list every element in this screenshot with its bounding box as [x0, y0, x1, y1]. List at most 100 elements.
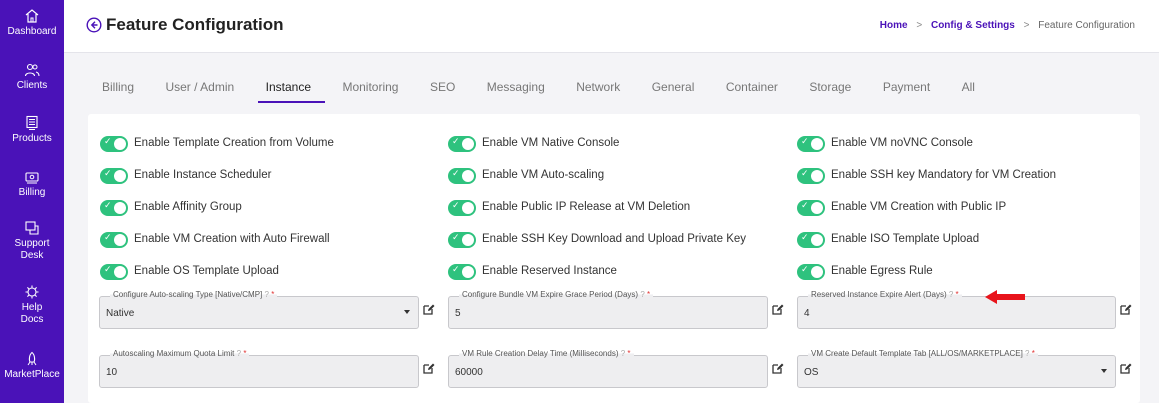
- chevron-down-icon: [1101, 369, 1107, 373]
- feature-toggle[interactable]: ✓: [797, 200, 825, 216]
- help-icon: ?: [264, 290, 269, 299]
- feature-toggle[interactable]: ✓: [448, 136, 476, 152]
- field-value: 5: [455, 308, 461, 319]
- help-icon: ?: [236, 349, 242, 358]
- toggle-label: Enable Public IP Release at VM Deletion: [482, 201, 691, 213]
- tab-user-admin[interactable]: User / Admin: [165, 80, 234, 103]
- feature-toggle[interactable]: ✓: [797, 232, 825, 248]
- toggle-label: Enable Affinity Group: [134, 201, 242, 213]
- feature-toggle[interactable]: ✓: [448, 168, 476, 184]
- sidebar-item-dashboard[interactable]: Dashboard: [0, 8, 64, 38]
- toggle-label: Enable Reserved Instance: [482, 265, 617, 277]
- field-value: 4: [804, 308, 810, 319]
- tab-storage[interactable]: Storage: [809, 80, 851, 103]
- breadcrumb-separator: >: [1023, 20, 1030, 31]
- edit-icon[interactable]: [772, 362, 784, 374]
- field-label: Configure Bundle VM Expire Grace Period …: [459, 290, 654, 299]
- edit-icon[interactable]: [772, 303, 784, 315]
- tab-messaging[interactable]: Messaging: [487, 80, 545, 103]
- edit-icon[interactable]: [423, 362, 435, 374]
- feature-toggle[interactable]: ✓: [797, 136, 825, 152]
- field-label: VM Create Default Template Tab [ALL/OS/M…: [808, 349, 1038, 358]
- sidebar-item-label: Products: [12, 133, 52, 144]
- sidebar-item-label: Billing: [18, 187, 46, 198]
- sidebar-item-label-line2: Desk: [20, 250, 44, 261]
- field-label: Reserved Instance Expire Alert (Days) ? …: [808, 290, 962, 299]
- users-icon: [24, 63, 40, 77]
- marketplace-icon: [27, 351, 37, 366]
- autoscaling-type-select[interactable]: Configure Auto-scaling Type [Native/CMP]…: [99, 290, 419, 329]
- feature-toggle[interactable]: ✓: [100, 136, 128, 152]
- default-template-tab-select[interactable]: VM Create Default Template Tab [ALL/OS/M…: [797, 349, 1116, 388]
- sidebar-item-help-docs[interactable]: Help Docs: [0, 284, 64, 326]
- edit-icon[interactable]: [1120, 303, 1132, 315]
- rule-delay-input[interactable]: VM Rule Creation Delay Time (Millisecond…: [448, 349, 768, 388]
- tab-general[interactable]: General: [652, 80, 695, 103]
- edit-icon[interactable]: [423, 303, 435, 315]
- home-icon: [25, 9, 39, 23]
- feature-toggle[interactable]: ✓: [448, 232, 476, 248]
- field-label: Autoscaling Maximum Quota Limit ? *: [110, 349, 250, 358]
- tab-all[interactable]: All: [962, 80, 975, 103]
- autoscaling-quota-input[interactable]: Autoscaling Maximum Quota Limit ? * 10: [99, 349, 419, 388]
- field-value: 60000: [455, 367, 483, 378]
- support-icon: [25, 221, 39, 235]
- page-title: Feature Configuration: [106, 15, 284, 34]
- sidebar-item-support-desk[interactable]: Support Desk: [0, 220, 64, 262]
- help-icon: ?: [640, 290, 645, 299]
- field-value: 10: [106, 367, 118, 378]
- breadcrumb-separator: >: [916, 20, 923, 31]
- sidebar-item-label: Clients: [16, 80, 48, 91]
- sidebar-item-label: Support: [14, 238, 50, 249]
- field-label: VM Rule Creation Delay Time (Millisecond…: [459, 349, 634, 358]
- tab-payment[interactable]: Payment: [883, 80, 930, 103]
- help-icon: ?: [1025, 349, 1030, 358]
- toggle-label: Enable SSH Key Download and Upload Priva…: [482, 233, 747, 245]
- feature-toggle[interactable]: ✓: [448, 264, 476, 280]
- help-icon: ?: [948, 290, 954, 299]
- help-icon: [25, 285, 39, 299]
- feature-toggle[interactable]: ✓: [448, 200, 476, 216]
- field-value: Native: [106, 308, 135, 319]
- feature-toggle[interactable]: ✓: [100, 200, 128, 216]
- feature-toggle[interactable]: ✓: [100, 168, 128, 184]
- sidebar-item-marketplace[interactable]: MarketPlace: [0, 351, 64, 381]
- sidebar-item-products[interactable]: Products: [0, 115, 64, 145]
- edit-icon[interactable]: [1120, 362, 1132, 374]
- feature-toggle[interactable]: ✓: [100, 232, 128, 248]
- feature-toggle[interactable]: ✓: [797, 264, 825, 280]
- reserved-instance-alert-input[interactable]: Reserved Instance Expire Alert (Days) ? …: [797, 290, 1116, 329]
- tab-billing[interactable]: Billing: [102, 80, 134, 103]
- server-icon: [26, 115, 38, 130]
- bundle-grace-period-input[interactable]: Configure Bundle VM Expire Grace Period …: [448, 290, 768, 329]
- sidebar-item-label: MarketPlace: [4, 369, 60, 380]
- breadcrumb-config-settings[interactable]: Config & Settings: [931, 20, 1015, 31]
- sidebar-item-label-line2: Docs: [20, 314, 44, 325]
- tab-seo[interactable]: SEO: [430, 80, 455, 103]
- toggle-label: Enable Instance Scheduler: [134, 169, 272, 181]
- toggle-label: Enable VM Auto-scaling: [482, 169, 605, 181]
- breadcrumb-current: Feature Configuration: [1038, 20, 1135, 31]
- toggle-label: Enable Template Creation from Volume: [134, 137, 334, 149]
- breadcrumb-home[interactable]: Home: [880, 20, 908, 31]
- sidebar-item-clients[interactable]: Clients: [0, 62, 64, 92]
- tab-container[interactable]: Container: [726, 80, 778, 103]
- toggle-label: Enable Egress Rule: [831, 265, 933, 277]
- toggle-label: Enable VM Creation with Auto Firewall: [134, 233, 330, 245]
- feature-toggle[interactable]: ✓: [100, 264, 128, 280]
- toggle-label: Enable VM Creation with Public IP: [831, 201, 1007, 213]
- money-icon: [25, 172, 39, 184]
- page-header: Feature Configuration Home > Config & Se…: [64, 0, 1159, 53]
- sidebar-item-label: Help: [21, 302, 43, 313]
- help-icon: ?: [620, 349, 626, 358]
- tab-network[interactable]: Network: [576, 80, 620, 103]
- tab-monitoring[interactable]: Monitoring: [342, 80, 398, 103]
- toggle-label: Enable ISO Template Upload: [831, 233, 980, 245]
- field-label: Configure Auto-scaling Type [Native/CMP]…: [110, 290, 278, 299]
- sidebar-item-billing[interactable]: Billing: [0, 169, 64, 199]
- sidebar: Dashboard Clients Products Billing Suppo…: [0, 0, 64, 403]
- toggle-label: Enable VM Native Console: [482, 137, 620, 149]
- back-arrow-icon[interactable]: [86, 17, 102, 33]
- feature-toggle[interactable]: ✓: [797, 168, 825, 184]
- tab-instance[interactable]: Instance: [257, 80, 326, 103]
